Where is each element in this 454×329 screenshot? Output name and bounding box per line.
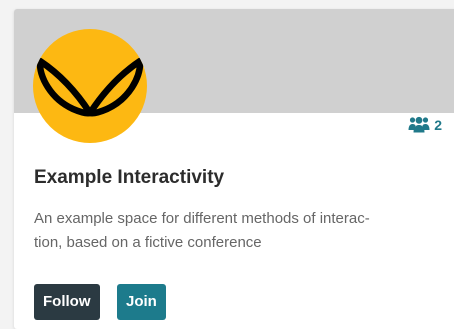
members-count[interactable]: 2 <box>408 116 442 133</box>
members-count-label: 2 <box>434 116 442 133</box>
space-description-line: tion, based on a fictive conference <box>34 234 262 251</box>
space-description-line: An example space for different methods o… <box>34 210 370 227</box>
join-button[interactable]: Join <box>117 284 166 320</box>
users-icon <box>408 116 430 133</box>
space-description: An example space for different methods o… <box>34 207 439 255</box>
space-logo[interactable] <box>33 29 147 143</box>
leaf-sprout-logo-icon <box>36 57 144 117</box>
space-title[interactable]: Example Interactivity <box>34 167 224 189</box>
space-card: 2 Example Interactivity An example space… <box>14 9 454 329</box>
follow-button[interactable]: Follow <box>34 284 100 320</box>
